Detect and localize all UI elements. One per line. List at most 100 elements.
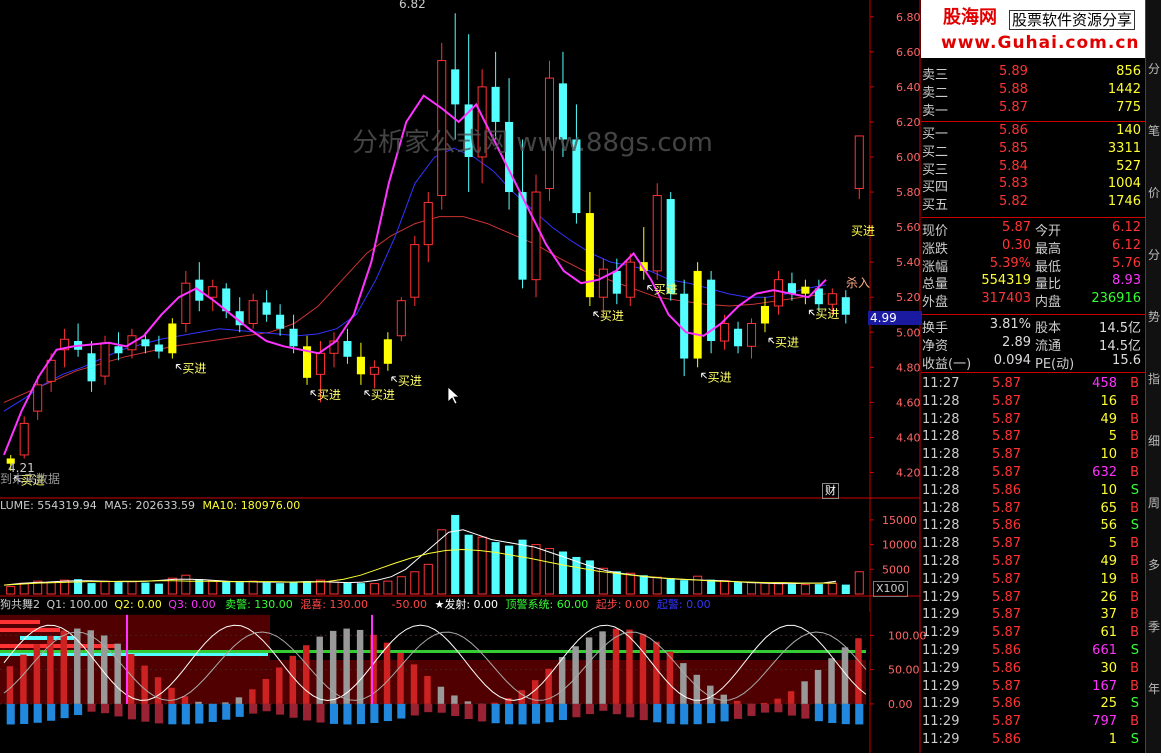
sidebar-tab[interactable]: 指 <box>1147 370 1161 387</box>
histogram-bar <box>154 703 163 724</box>
sidebar-tab[interactable]: 季 <box>1147 618 1161 635</box>
oscillator-bar <box>464 701 472 704</box>
tick-volume: 65 <box>1100 500 1117 516</box>
tick-row: 11:28 5.87 5 B <box>921 535 1145 553</box>
volume-bar <box>827 582 837 595</box>
oscillator-bar <box>451 695 458 704</box>
finance-button[interactable]: 财 <box>822 483 839 499</box>
oscillator-bar <box>612 628 620 704</box>
tick-price: 5.87 <box>992 429 1021 445</box>
tick-direction: B <box>1130 500 1139 516</box>
tick-time: 11:29 <box>922 571 960 587</box>
quote-row: 换手 3.81% 股本 14.5亿 <box>921 316 1145 336</box>
histogram-bar <box>6 703 15 725</box>
sidebar-tab[interactable]: 分 <box>1147 246 1161 263</box>
oscillator-bar <box>720 694 728 704</box>
oscillator-bar <box>141 665 148 704</box>
oscillator-bar <box>801 681 808 704</box>
quote-row: 外盘 317403 内盘 236916 <box>921 290 1145 310</box>
volume-bar <box>276 583 285 594</box>
sidebar-tab[interactable]: 势 <box>1147 308 1161 325</box>
histogram-bar <box>855 703 864 725</box>
candle <box>787 283 796 294</box>
volume-bar <box>680 580 689 594</box>
y-tick-label: 15000 <box>882 514 917 527</box>
histogram-bar <box>33 703 42 723</box>
ma10-value: 180976.00 <box>240 499 301 512</box>
quote-row: 总量 554319 量比 8.93 <box>921 272 1145 292</box>
y-tick-label: 6.60 <box>896 46 921 59</box>
sell-signal-label-2: 买进 <box>851 224 876 238</box>
buy-signal-label: 买进 <box>775 335 799 349</box>
ask-volume: 775 <box>1116 99 1141 115</box>
tick-volume: 26 <box>1100 589 1117 605</box>
sidebar-tab[interactable]: 细 <box>1147 432 1161 449</box>
oscillator-bar <box>20 654 27 704</box>
histogram-bar <box>505 703 514 725</box>
histogram-bar <box>585 703 594 715</box>
oscillator-bar <box>47 635 54 704</box>
tick-row: 11:29 5.87 167 B <box>921 678 1145 696</box>
tick-time: 11:29 <box>922 678 960 694</box>
sidebar-tab[interactable]: 周 <box>1147 494 1161 511</box>
tick-row: 11:28 5.86 10 S <box>921 482 1145 500</box>
candle <box>652 195 662 272</box>
indicator-q1: Q1: 100.00 <box>46 598 108 611</box>
tick-row: 11:28 5.87 49 B <box>921 411 1145 429</box>
volume-bar <box>666 578 675 594</box>
volume-bar <box>437 529 447 595</box>
tick-time: 11:29 <box>922 607 960 623</box>
sidebar-tab[interactable]: 价 <box>1147 184 1161 201</box>
tick-price: 5.87 <box>992 447 1021 463</box>
indicator-v7: 起警: 0.00 <box>656 598 711 611</box>
sidebar-tab[interactable]: 分 <box>1147 60 1161 77</box>
volume-bar <box>303 581 312 594</box>
volume-bar <box>787 584 796 594</box>
candle <box>33 384 43 412</box>
y-tick-label: 6.20 <box>896 116 921 129</box>
histogram-bar <box>289 703 298 718</box>
volume-bar <box>544 548 555 595</box>
candle <box>612 270 621 294</box>
quote-row: 买一 5.86 140 <box>921 122 1145 142</box>
sidebar-tab[interactable]: 多 <box>1147 556 1161 573</box>
oscillator-bar <box>599 631 606 704</box>
sidebar-tab[interactable]: 年 <box>1147 680 1161 697</box>
tick-volume: 797 <box>1092 714 1117 730</box>
volume-bar <box>100 580 110 595</box>
histogram-bar <box>235 703 244 717</box>
indicator-v6: 起步: 0.00 <box>595 598 650 611</box>
tick-row: 11:28 5.87 10 B <box>921 446 1145 464</box>
candle <box>168 323 177 354</box>
histogram-bar <box>424 703 433 713</box>
oscillator-bar <box>855 638 862 704</box>
tick-time: 11:28 <box>922 465 960 480</box>
bid-label: 买五 <box>922 198 949 214</box>
tick-volume: 1 <box>1108 732 1117 747</box>
oscillator-bar <box>262 678 270 704</box>
fin-label: 收益(一) <box>922 356 972 372</box>
tick-direction: B <box>1130 714 1139 730</box>
candle <box>854 135 864 190</box>
tick-time: 11:28 <box>922 554 960 569</box>
tick-time: 11:29 <box>922 732 960 747</box>
bid-price: 5.83 <box>999 176 1028 192</box>
buy-arrow-icon <box>808 309 815 316</box>
indicator-v5: 顶警系统: 60.00 <box>505 598 589 611</box>
histogram-bar <box>276 703 285 715</box>
buy-arrow-icon <box>391 376 398 383</box>
volume-bar <box>734 582 743 594</box>
tick-volume: 10 <box>1100 482 1117 498</box>
y-tick-label: 5.20 <box>896 291 921 304</box>
quote-row: 收益(一) 0.094 PE(动) 15.6 <box>921 352 1145 372</box>
bid-price: 5.86 <box>999 123 1028 138</box>
histogram-bar <box>343 703 352 725</box>
buy-arrow-icon <box>175 364 182 370</box>
tick-volume: 632 <box>1092 465 1117 480</box>
ask-price: 5.89 <box>999 64 1028 79</box>
volume-bar <box>800 584 810 595</box>
volume-bar <box>814 584 823 594</box>
sidebar-tab[interactable]: 笔 <box>1147 122 1161 139</box>
oscillator-bar <box>491 702 499 704</box>
indicator-v2: 混喜: 130.00 <box>300 598 368 611</box>
